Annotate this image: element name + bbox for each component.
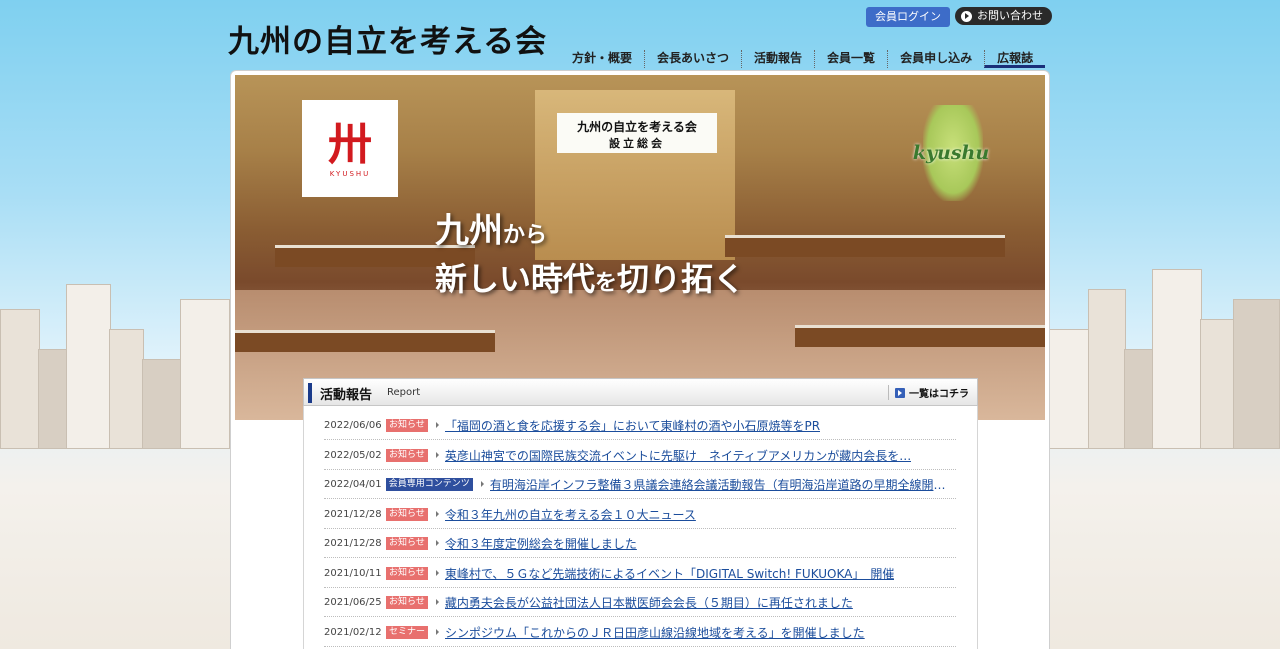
contact-button-label: お問い合わせ [977,9,1043,22]
item-date: 2021/12/28 [324,508,382,520]
item-category-badge: セミナー [386,625,429,639]
item-date: 2021/02/12 [324,626,382,638]
nav-item-activity[interactable]: 活動報告 [741,50,814,68]
nav-item-greeting[interactable]: 会長あいさつ [644,50,741,68]
kyushu-map-label: kyushu [912,142,990,164]
nav-item-policy[interactable]: 方針・概要 [560,50,644,68]
kyushu-map-logo: kyushu [903,105,999,201]
item-date: 2022/05/02 [324,449,382,461]
header-utility-buttons: 会員ログイン お問い合わせ [866,7,1052,27]
bullet-arrow-icon [480,481,484,487]
item-date: 2022/04/01 [324,478,382,490]
bullet-arrow-icon [435,452,439,458]
assembly-banner: 九州の自立を考える会 設立総会 [557,113,717,153]
item-category-badge: 会員専用コンテンツ [385,477,473,491]
play-circle-icon [961,10,972,22]
arrow-right-icon [895,387,905,398]
banner-line1: 九州の自立を考える会 [577,120,697,134]
nav-item-magazine[interactable]: 広報誌 [984,50,1046,68]
report-title: 活動報告 [320,388,373,403]
list-item: 2022/06/06 お知らせ 「福岡の酒と食を応援する会」において東峰村の酒や… [324,411,956,440]
nav-item-members[interactable]: 会員一覧 [814,50,887,68]
item-link[interactable]: 令和３年度定例総会を開催しました [445,535,637,552]
nav-item-apply[interactable]: 会員申し込み [887,50,984,68]
banner-line2: 設立総会 [609,137,665,150]
item-category-badge: お知らせ [386,507,428,521]
item-link[interactable]: 東峰村で、５Ｇなど先端技術によるイベント「DIGITAL Switch! FUK… [445,565,895,582]
list-item: 2021/06/25 お知らせ 藏内勇夫会長が公益社団法人日本獣医師会会長（５期… [324,588,956,617]
item-category-badge: お知らせ [386,595,428,609]
contact-button[interactable]: お問い合わせ [955,7,1052,25]
item-link[interactable]: 有明海沿岸インフラ整備３県議会連絡会議活動報告（有明海沿岸道路の早期全線開通… [490,476,956,493]
site-logo[interactable]: 九州の自立を考える会 [228,16,547,61]
catch-line2-a: 新しい時代 [435,260,596,298]
emblem-mark-icon: 卅 [328,118,372,170]
catch-line2-b: 切り拓く [617,260,746,298]
item-link[interactable]: シンポジウム「これからのＪＲ日田彦山線沿線地域を考える」を開催しました [445,624,865,641]
emblem-logo: 卅 KYUSHU [302,100,398,197]
catch-line1-small: から [503,222,548,248]
list-item: 2021/02/12 セミナー シンポジウム「これからのＪＲ日田彦山線沿線地域を… [324,618,956,647]
list-item: 2021/10/11 お知らせ 東峰村で、５Ｇなど先端技術によるイベント「DIG… [324,559,956,588]
bullet-arrow-icon [435,511,439,517]
report-more-label: 一覧はコチラ [909,389,969,400]
bullet-arrow-icon [436,629,440,635]
item-category-badge: お知らせ [386,566,428,580]
item-date: 2021/12/28 [324,537,382,549]
bullet-arrow-icon [435,599,439,605]
hero-desk-row [795,325,1045,347]
report-header: 活動報告 Report 一覧はコチラ [303,378,978,406]
report-list: 2022/06/06 お知らせ 「福岡の酒と食を応援する会」において東峰村の酒や… [303,406,978,649]
item-category-badge: お知らせ [386,448,428,462]
hero-desk-row [725,235,1005,257]
list-item: 2021/12/28 お知らせ 令和３年九州の自立を考える会１０大ニュース [324,500,956,529]
cityscape-left-illustration [0,249,235,449]
item-link[interactable]: 「福岡の酒と食を応援する会」において東峰村の酒や小石原焼等をPR [445,417,820,434]
item-category-badge: お知らせ [386,418,428,432]
bullet-arrow-icon [435,422,439,428]
catch-line2-small: を [595,270,618,296]
item-date: 2022/06/06 [324,419,382,431]
item-date: 2021/10/11 [324,567,382,579]
list-item: 2022/04/01 会員専用コンテンツ 有明海沿岸インフラ整備３県議会連絡会議… [324,470,956,499]
hero-image: 九州の自立を考える会 設立総会 卅 KYUSHU kyushu 九州から 新しい… [235,75,1045,420]
hero-catchphrase: 九州から 新しい時代を切り拓く [435,203,745,300]
bullet-arrow-icon [435,540,439,546]
bullet-arrow-icon [435,570,439,576]
list-item: 2021/12/28 お知らせ 令和３年度定例総会を開催しました [324,529,956,558]
cityscape-right-illustration [1045,249,1280,449]
item-link[interactable]: 令和３年九州の自立を考える会１０大ニュース [445,506,696,523]
item-link[interactable]: 藏内勇夫会長が公益社団法人日本獣医師会会長（５期目）に再任されました [445,594,853,611]
report-header-accent [308,383,312,403]
item-link[interactable]: 英彦山神宮での国際民族交流イベントに先駆け ネイティブアメリカンが藏内会長を… [445,447,911,464]
report-title-en: Report [387,387,421,398]
catch-line1-main: 九州 [435,211,503,251]
member-login-button[interactable]: 会員ログイン [866,7,950,27]
emblem-sub-text: KYUSHU [329,169,371,178]
item-date: 2021/06/25 [324,596,382,608]
item-category-badge: お知らせ [386,536,428,550]
hero-desk-row [235,330,495,352]
global-nav: 方針・概要 会長あいさつ 活動報告 会員一覧 会員申し込み 広報誌 [560,50,1046,68]
report-more-link[interactable]: 一覧はコチラ [888,385,969,400]
list-item: 2022/05/02 お知らせ 英彦山神宮での国際民族交流イベントに先駆け ネイ… [324,441,956,470]
